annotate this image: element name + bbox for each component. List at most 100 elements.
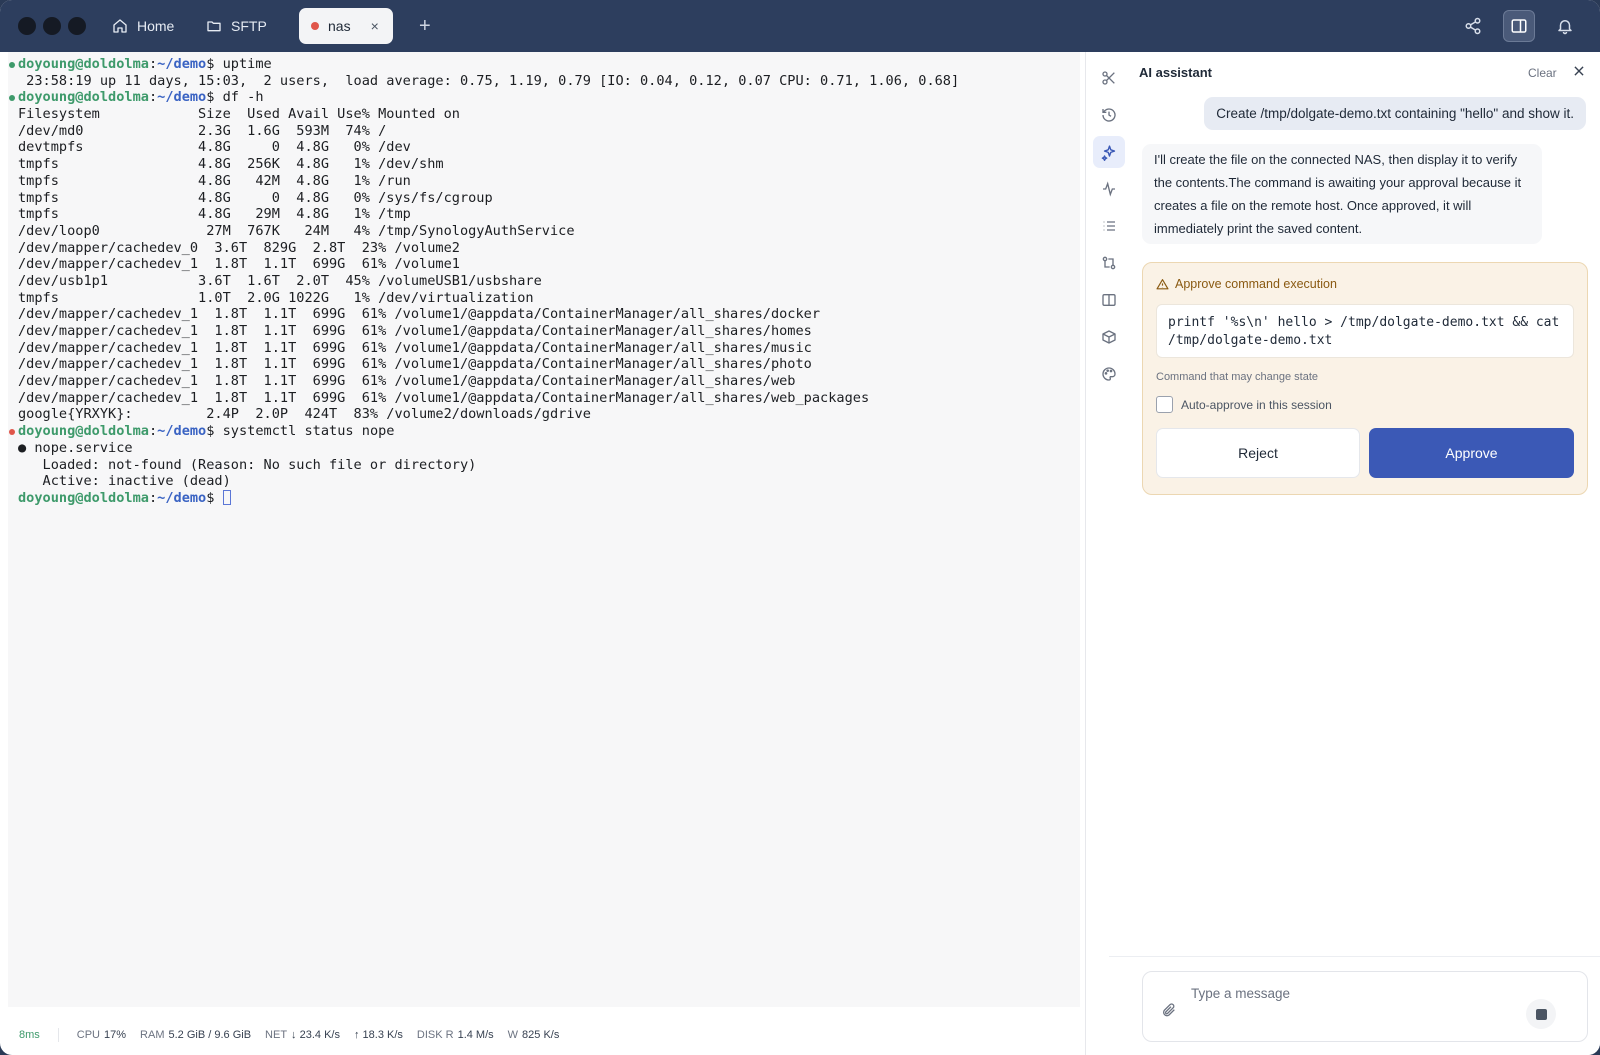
attach-button[interactable] (1161, 1002, 1177, 1023)
output-text: tmpfs 4.8G 256K 4.8G 1% /dev/shm (18, 156, 444, 173)
command-status-dot (9, 62, 15, 68)
command-warning-note: Command that may change state (1156, 371, 1319, 383)
terminal-output-line: ● nope.service (8, 440, 1080, 457)
terminal-cursor (222, 489, 231, 505)
tab-sftp[interactable]: SFTP (206, 8, 267, 44)
net-up-value: ↑ 18.3 K/s (353, 1029, 403, 1041)
tab-nas[interactable]: nas × (299, 8, 393, 44)
new-tab-button[interactable]: + (419, 8, 431, 44)
latency-value: 8ms (19, 1029, 40, 1041)
terminal-output-line: tmpfs 4.8G 0 4.8G 0% /sys/fs/cgroup (8, 190, 1080, 207)
terminal-output[interactable]: doyoung@doldolma:~/demo$ uptime 23:58:19… (8, 52, 1080, 1007)
output-text: google{YRXYK}: 2.4P 2.0P 424T 83% /volum… (18, 406, 591, 423)
command-status-dot (9, 429, 15, 436)
command-text: systemctl status nope (222, 423, 395, 440)
folder-icon (207, 21, 221, 32)
tab-home[interactable]: Home (112, 8, 174, 44)
auto-approve-label: Auto-approve in this session (1181, 397, 1332, 412)
rail-list-button[interactable] (1093, 210, 1125, 242)
user-message: Create /tmp/dolgate-demo.txt containing … (1204, 97, 1586, 130)
rail-split-button[interactable] (1093, 284, 1125, 316)
auto-approve-checkbox[interactable] (1156, 396, 1173, 413)
prompt-symbol: $ (206, 489, 223, 506)
rail-compare-button[interactable] (1093, 247, 1125, 279)
output-text: devtmpfs 4.8G 0 4.8G 0% /dev (18, 139, 411, 156)
output-text: Filesystem Size Used Avail Use% Mounted … (18, 106, 460, 123)
rail-package-button[interactable] (1093, 321, 1125, 353)
disk-read-value: 1.4 M/s (457, 1029, 494, 1041)
terminal-prompt-line: doyoung@doldolma:~/demo$ systemctl statu… (8, 423, 1080, 440)
assistant-message: I'll create the file on the connected NA… (1142, 144, 1542, 244)
bell-icon (1558, 20, 1572, 35)
terminal-output-line: tmpfs 4.8G 29M 4.8G 1% /tmp (8, 206, 1080, 223)
output-text: /dev/mapper/cachedev_1 1.8T 1.1T 699G 61… (18, 306, 821, 323)
terminal-output-line: /dev/mapper/cachedev_1 1.8T 1.1T 699G 61… (8, 306, 1080, 323)
scissors-icon (1102, 71, 1115, 85)
disk-write-label: W (507, 1029, 519, 1041)
prompt-path: ~/demo (157, 89, 207, 106)
tab-sftp-label: SFTP (231, 18, 267, 34)
output-text: tmpfs 4.8G 42M 4.8G 1% /run (18, 172, 411, 189)
app-window: Home SFTP nas × + doyoung@doldolma:~/dem… (0, 0, 1600, 1055)
terminal-output-line: devtmpfs 4.8G 0 4.8G 0% /dev (8, 139, 1080, 156)
rail-history-button[interactable] (1093, 99, 1125, 131)
message-composer (1142, 971, 1588, 1042)
rail-theme-button[interactable] (1093, 358, 1125, 390)
terminal-prompt-line: doyoung@doldolma:~/demo$ uptime (8, 56, 1080, 73)
message-input[interactable] (1191, 986, 1521, 1001)
terminal-prompt-line: doyoung@doldolma:~/demo$ df -h (8, 89, 1080, 106)
approval-card: Approve command execution printf '%s\n' … (1142, 262, 1588, 495)
rail-ai-assistant-button[interactable] (1093, 136, 1125, 168)
share-button[interactable] (1457, 10, 1489, 42)
rail-monitor-button[interactable] (1093, 173, 1125, 205)
terminal-output-line: /dev/mapper/cachedev_1 1.8T 1.1T 699G 61… (8, 373, 1080, 390)
title-bar: Home SFTP nas × + (0, 0, 1600, 52)
terminal-output-line: Loaded: not-found (Reason: No such file … (8, 457, 1080, 474)
output-text: tmpfs 1.0T 2.0G 1022G 1% /dev/virtualiza… (18, 289, 534, 306)
output-text: /dev/mapper/cachedev_1 1.8T 1.1T 699G 61… (18, 356, 812, 373)
terminal-output-line: google{YRXYK}: 2.4P 2.0P 424T 83% /volum… (8, 406, 1080, 423)
output-text: /dev/usb1p1 3.6T 1.6T 2.0T 45% /volumeUS… (18, 272, 542, 289)
pending-command: printf '%s\n' hello > /tmp/dolgate-demo.… (1156, 304, 1574, 358)
tab-nas-label: nas (328, 18, 351, 34)
notifications-button[interactable] (1549, 10, 1581, 42)
auto-approve-row[interactable]: Auto-approve in this session (1156, 396, 1332, 413)
list-icon (1103, 221, 1115, 231)
prompt-path: ~/demo (157, 423, 207, 440)
rail-snippets-button[interactable] (1093, 62, 1125, 94)
output-text: /dev/loop0 27M 767K 24M 4% /tmp/Synology… (18, 222, 575, 239)
prompt-separator: : (148, 89, 158, 106)
stop-generation-button[interactable] (1526, 999, 1556, 1029)
output-text: /dev/mapper/cachedev_1 1.8T 1.1T 699G 61… (18, 256, 460, 273)
toggle-panel-button[interactable] (1503, 10, 1535, 42)
output-text: /dev/mapper/cachedev_1 1.8T 1.1T 699G 61… (18, 339, 812, 356)
terminal-output-line: /dev/mapper/cachedev_1 1.8T 1.1T 699G 61… (8, 323, 1080, 340)
approve-button[interactable]: Approve (1369, 428, 1574, 478)
net-label: NET (265, 1029, 288, 1041)
window-close-button[interactable] (18, 17, 36, 35)
share-icon (1465, 17, 1481, 35)
terminal-output-line: /dev/mapper/cachedev_0 3.6T 829G 2.8T 23… (8, 240, 1080, 257)
close-panel-button[interactable] (1572, 64, 1586, 83)
output-text: /dev/mapper/cachedev_1 1.8T 1.1T 699G 61… (18, 323, 812, 339)
paperclip-icon (1163, 1003, 1175, 1017)
terminal-output-line: 23:58:19 up 11 days, 15:03, 2 users, loa… (8, 73, 1080, 90)
output-text: Loaded: not-found (Reason: No such file … (18, 456, 477, 473)
clear-chat-button[interactable]: Clear (1528, 66, 1557, 80)
window-minimize-button[interactable] (43, 17, 61, 35)
package-icon (1102, 330, 1116, 344)
command-text: df -h (222, 89, 264, 106)
approval-header: Approve command execution (1156, 277, 1337, 291)
tab-close-button[interactable]: × (371, 18, 379, 34)
stop-icon (1535, 1008, 1547, 1020)
output-text: tmpfs 4.8G 0 4.8G 0% /sys/fs/cgroup (18, 189, 493, 206)
prompt-separator: : (148, 489, 158, 506)
prompt-user: doyoung@doldolma (18, 423, 149, 440)
window-zoom-button[interactable] (68, 17, 86, 35)
git-compare-icon (1102, 256, 1116, 270)
terminal-output-line: tmpfs 1.0T 2.0G 1022G 1% /dev/virtualiza… (8, 290, 1080, 307)
terminal-prompt-line: doyoung@doldolma:~/demo$ (8, 489, 1080, 507)
prompt-symbol: $ (206, 56, 223, 72)
reject-button[interactable]: Reject (1156, 428, 1360, 478)
command-status-dot (9, 95, 15, 102)
